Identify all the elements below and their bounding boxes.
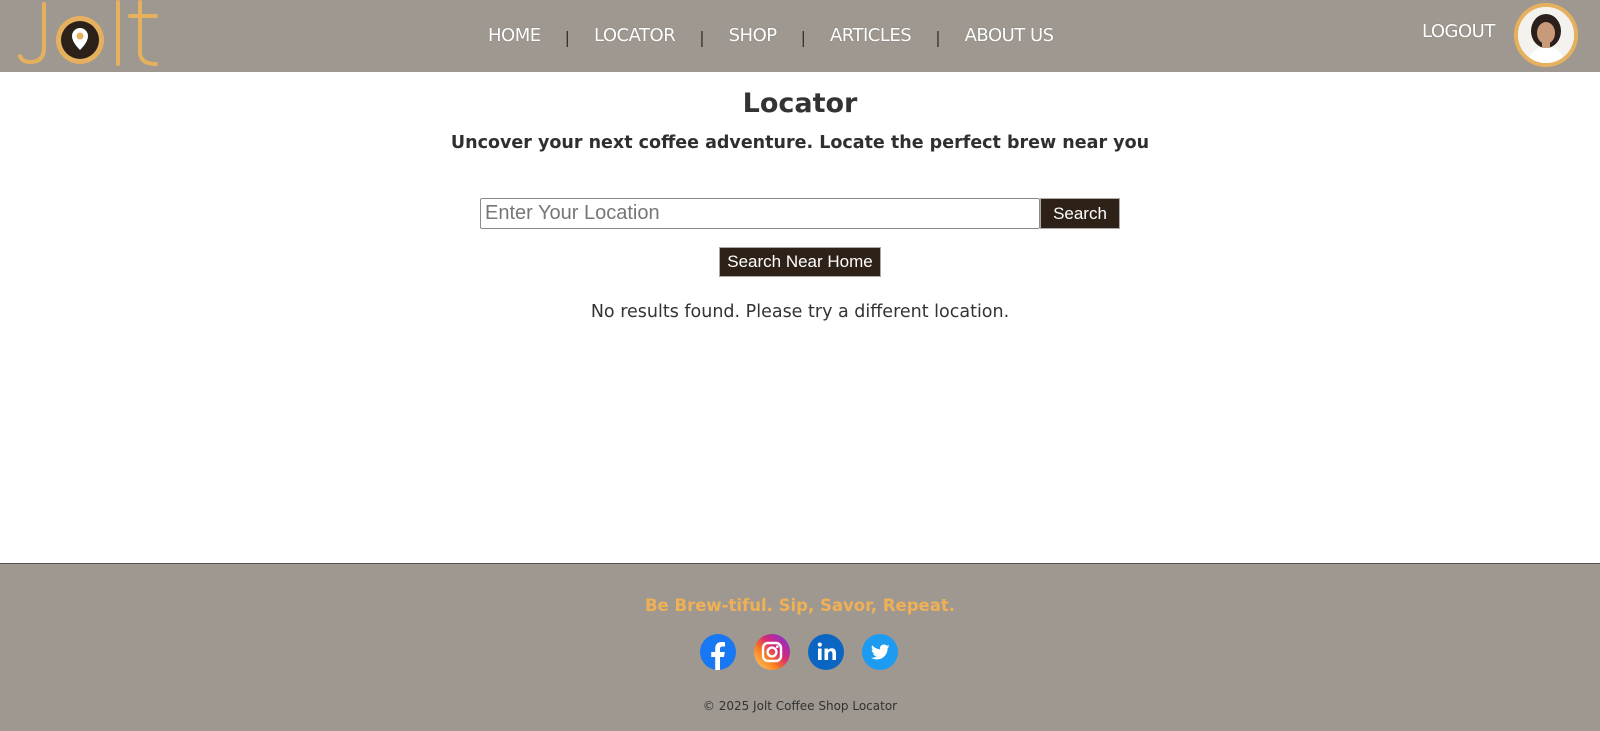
copyright-text: © 2025 Jolt Coffee Shop Locator bbox=[702, 699, 898, 713]
no-results-message: No results found. Please try a different… bbox=[590, 302, 1010, 322]
nav-home[interactable]: HOME bbox=[488, 25, 541, 46]
main-nav: HOME | LOCATOR | SHOP | ARTICLES | ABOUT… bbox=[488, 20, 1054, 50]
jolt-logo[interactable] bbox=[18, 0, 163, 70]
linkedin-icon[interactable] bbox=[808, 634, 844, 670]
footer-tagline: Be Brew-tiful. Sip, Savor, Repeat. bbox=[644, 596, 956, 615]
nav-separator: | bbox=[699, 27, 705, 47]
social-links bbox=[700, 634, 900, 672]
nav-separator: | bbox=[564, 27, 570, 47]
nav-locator[interactable]: LOCATOR bbox=[594, 25, 676, 46]
page-subtitle: Uncover your next coffee adventure. Loca… bbox=[450, 133, 1150, 153]
logout-link[interactable]: LOGOUT bbox=[1422, 21, 1495, 42]
search-near-home-button[interactable]: Search Near Home bbox=[719, 247, 881, 277]
nav-separator: | bbox=[935, 27, 941, 47]
instagram-icon[interactable] bbox=[754, 634, 790, 670]
search-button[interactable]: Search bbox=[1040, 198, 1120, 229]
nav-separator: | bbox=[800, 27, 806, 47]
facebook-icon[interactable] bbox=[700, 634, 736, 670]
site-footer: Be Brew-tiful. Sip, Savor, Repeat. © 202… bbox=[0, 563, 1600, 731]
location-search-input[interactable] bbox=[480, 198, 1040, 229]
user-avatar-icon[interactable] bbox=[1514, 3, 1578, 67]
twitter-icon[interactable] bbox=[862, 634, 898, 670]
nav-articles[interactable]: ARTICLES bbox=[830, 25, 912, 46]
site-header: HOME | LOCATOR | SHOP | ARTICLES | ABOUT… bbox=[0, 0, 1600, 72]
nav-about-us[interactable]: ABOUT US bbox=[965, 25, 1055, 46]
nav-shop[interactable]: SHOP bbox=[729, 25, 777, 46]
page-title: Locator bbox=[742, 88, 858, 119]
